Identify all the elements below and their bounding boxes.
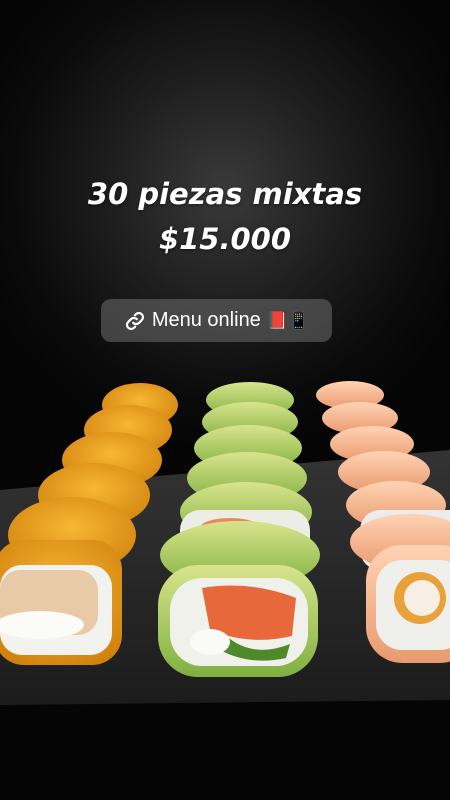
book-phone-emoji: 📕📱 (266, 311, 310, 330)
menu-online-label: Menu online (151, 309, 261, 331)
link-icon (124, 310, 146, 332)
menu-online-link-sticker[interactable]: Menu online 📕📱 (101, 299, 332, 342)
avocado-rolls (158, 382, 320, 677)
sushi-photo (0, 381, 450, 705)
story-headline: 30 piezas mixtas $15.000 (0, 172, 450, 262)
headline-price: $15.000 (158, 222, 292, 256)
headline-pieces: 30 piezas mixtas (87, 177, 363, 211)
